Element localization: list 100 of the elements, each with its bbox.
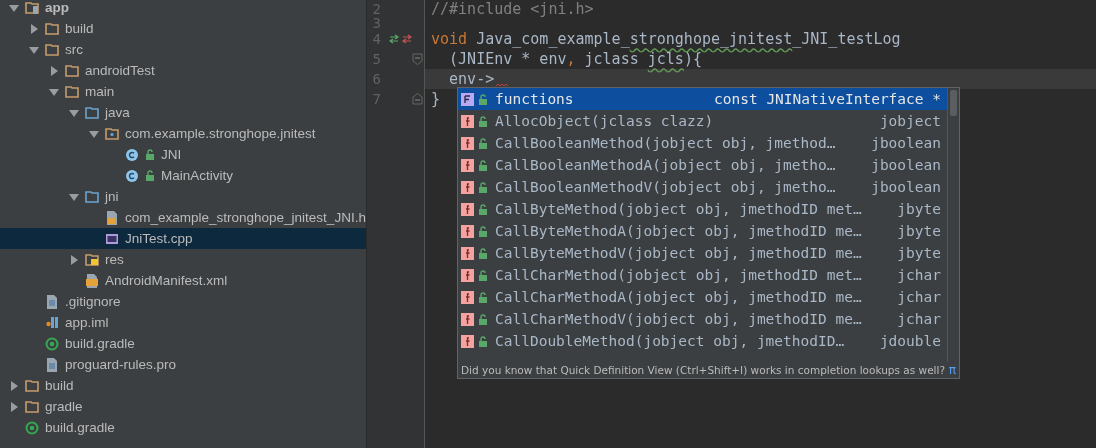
lock-icon <box>478 335 488 347</box>
tree-item-label: build.gradle <box>45 420 115 435</box>
tree-row[interactable]: gradle <box>0 396 366 417</box>
module-folder-icon <box>25 0 39 16</box>
item-type: jchar <box>897 289 941 305</box>
item-type: jboolean <box>871 179 941 195</box>
code-line: //#include <jni.h> <box>431 0 594 18</box>
folder-icon <box>85 104 99 121</box>
item-name: CallBooleanMethodA(jobject obj, jmetho… <box>495 157 837 173</box>
item-type: jobject <box>879 113 941 129</box>
completion-item[interactable]: CallBooleanMethodV(jobject obj, jmetho… jboolean <box>458 176 947 198</box>
expand-arrow-icon[interactable] <box>28 22 40 35</box>
lock-icon <box>478 269 488 281</box>
tree-row[interactable]: .gitignore <box>0 291 366 312</box>
tree-row[interactable]: JNI <box>0 144 366 165</box>
fold-marker-icon[interactable] <box>412 53 423 65</box>
scrollbar[interactable] <box>947 88 959 362</box>
tree-row[interactable]: build <box>0 18 366 39</box>
class-icon <box>125 146 139 163</box>
function-icon <box>461 224 474 238</box>
item-name: CallBooleanMethodV(jobject obj, jmetho… <box>495 179 837 195</box>
completion-item[interactable]: CallByteMethod(jobject obj, jmethodID met… jbyte <box>458 198 947 220</box>
tree-row[interactable]: proguard-rules.pro <box>0 354 366 375</box>
function-icon <box>461 180 474 194</box>
item-type: jbyte <box>897 223 941 239</box>
completion-item[interactable]: CallByteMethodA(jobject obj, jmethodID me… jbyte <box>458 220 947 242</box>
tree-item-label: .gitignore <box>65 294 121 309</box>
item-name: CallBooleanMethod(jobject obj, jmethod… <box>495 135 837 151</box>
folder-icon <box>25 398 39 415</box>
code-line: } <box>431 90 441 108</box>
expand-arrow-icon[interactable] <box>48 64 60 77</box>
function-icon <box>461 246 474 260</box>
completion-item[interactable]: CallBooleanMethod(jobject obj, jmethod… jboolean <box>458 132 947 154</box>
lock-icon <box>478 203 488 215</box>
manifest-file-icon <box>85 272 99 289</box>
completion-item[interactable]: CallCharMethodV(jobject obj, jmethodID me… jchar <box>458 308 947 330</box>
completion-item[interactable]: CallBooleanMethodA(jobject obj, jmetho… jboolean <box>458 154 947 176</box>
expand-arrow-icon[interactable] <box>8 379 20 392</box>
tree-row[interactable]: com.example.stronghope.jnitest <box>0 123 366 144</box>
tree-row[interactable]: java <box>0 102 366 123</box>
completion-item[interactable]: CallCharMethod(jobject obj, jmethodID met… jchar <box>458 264 947 286</box>
tree-row[interactable]: app.iml <box>0 312 366 333</box>
tree-row[interactable]: MainActivity <box>0 165 366 186</box>
lock-icon <box>478 247 488 259</box>
function-icon <box>461 158 474 172</box>
tree-row[interactable]: jni <box>0 186 366 207</box>
lock-icon <box>478 137 488 149</box>
item-name: CallByteMethodA(jobject obj, jmethodID me… <box>495 223 863 239</box>
item-name: functions <box>495 91 575 107</box>
swap-arrows-icon[interactable] <box>389 34 413 44</box>
tree-row[interactable]: res <box>0 249 366 270</box>
class-icon <box>125 167 139 184</box>
folder-icon <box>25 377 39 394</box>
item-name: AllocObject(jclass clazz) <box>495 113 715 129</box>
expand-arrow-icon[interactable] <box>8 400 20 413</box>
code-line: void Java_com_example_stronghope_jnitest_JNI_testLog <box>431 30 901 48</box>
tree-row[interactable]: build.gradle <box>0 333 366 354</box>
header-file-icon <box>105 209 119 226</box>
tree-row[interactable]: src <box>0 39 366 60</box>
folder-icon <box>65 62 79 79</box>
completion-item[interactable]: functions const JNINativeInterface * <box>458 88 947 110</box>
fold-marker-icon[interactable] <box>412 93 423 105</box>
expand-arrow-icon[interactable] <box>68 253 80 266</box>
tree-row[interactable]: com_example_stronghope_jnitest_JNI.h <box>0 207 366 228</box>
lock-icon <box>478 93 488 105</box>
item-type: jchar <box>897 311 941 327</box>
code-line: env-> <box>448 70 495 88</box>
tree-item-label: java <box>105 105 130 120</box>
tree-item-label: proguard-rules.pro <box>65 357 177 372</box>
tree-row[interactable]: main <box>0 81 366 102</box>
lock-icon <box>478 159 488 171</box>
function-icon <box>461 312 474 326</box>
tree-item-label: app.iml <box>65 315 109 330</box>
function-icon <box>461 202 474 216</box>
tree-row[interactable]: AndroidManifest.xml <box>0 270 366 291</box>
item-name: CallCharMethodV(jobject obj, jmethodID me… <box>495 311 863 327</box>
lock-icon <box>145 149 155 160</box>
tree-row[interactable]: androidTest <box>0 60 366 81</box>
tree-row[interactable]: JniTest.cpp <box>0 228 366 249</box>
pi-symbol: π <box>948 363 956 377</box>
completion-item[interactable]: CallDoubleMethod(jobject obj, jmethodID… jdouble <box>458 330 947 352</box>
folder-icon <box>85 188 99 205</box>
hint-text: Did you know that Quick Definition View (Ctrl+Shift+I) works in completion lookups as well? <box>461 364 945 376</box>
tree-row[interactable]: build <box>0 375 366 396</box>
completion-item[interactable]: AllocObject(jclass clazz) jobject <box>458 110 947 132</box>
tree-row[interactable]: build.gradle <box>0 417 366 438</box>
lock-icon <box>145 170 155 181</box>
field-icon <box>461 92 474 106</box>
tree-item-label: androidTest <box>85 63 155 78</box>
module-file-icon <box>45 314 59 331</box>
tree-item-label: jni <box>105 189 119 204</box>
item-name: CallByteMethodV(jobject obj, jmethodID me… <box>495 245 863 261</box>
gradle-icon <box>25 419 39 436</box>
completion-item[interactable]: CallCharMethodA(jobject obj, jmethodID me… jchar <box>458 286 947 308</box>
function-icon <box>461 114 474 128</box>
tree-item-label: res <box>105 252 124 267</box>
completion-item[interactable]: CallByteMethodV(jobject obj, jmethodID me… jbyte <box>458 242 947 264</box>
tree-item-label: AndroidManifest.xml <box>105 273 228 288</box>
function-icon <box>461 334 474 348</box>
tree-row[interactable]: app <box>0 0 366 18</box>
